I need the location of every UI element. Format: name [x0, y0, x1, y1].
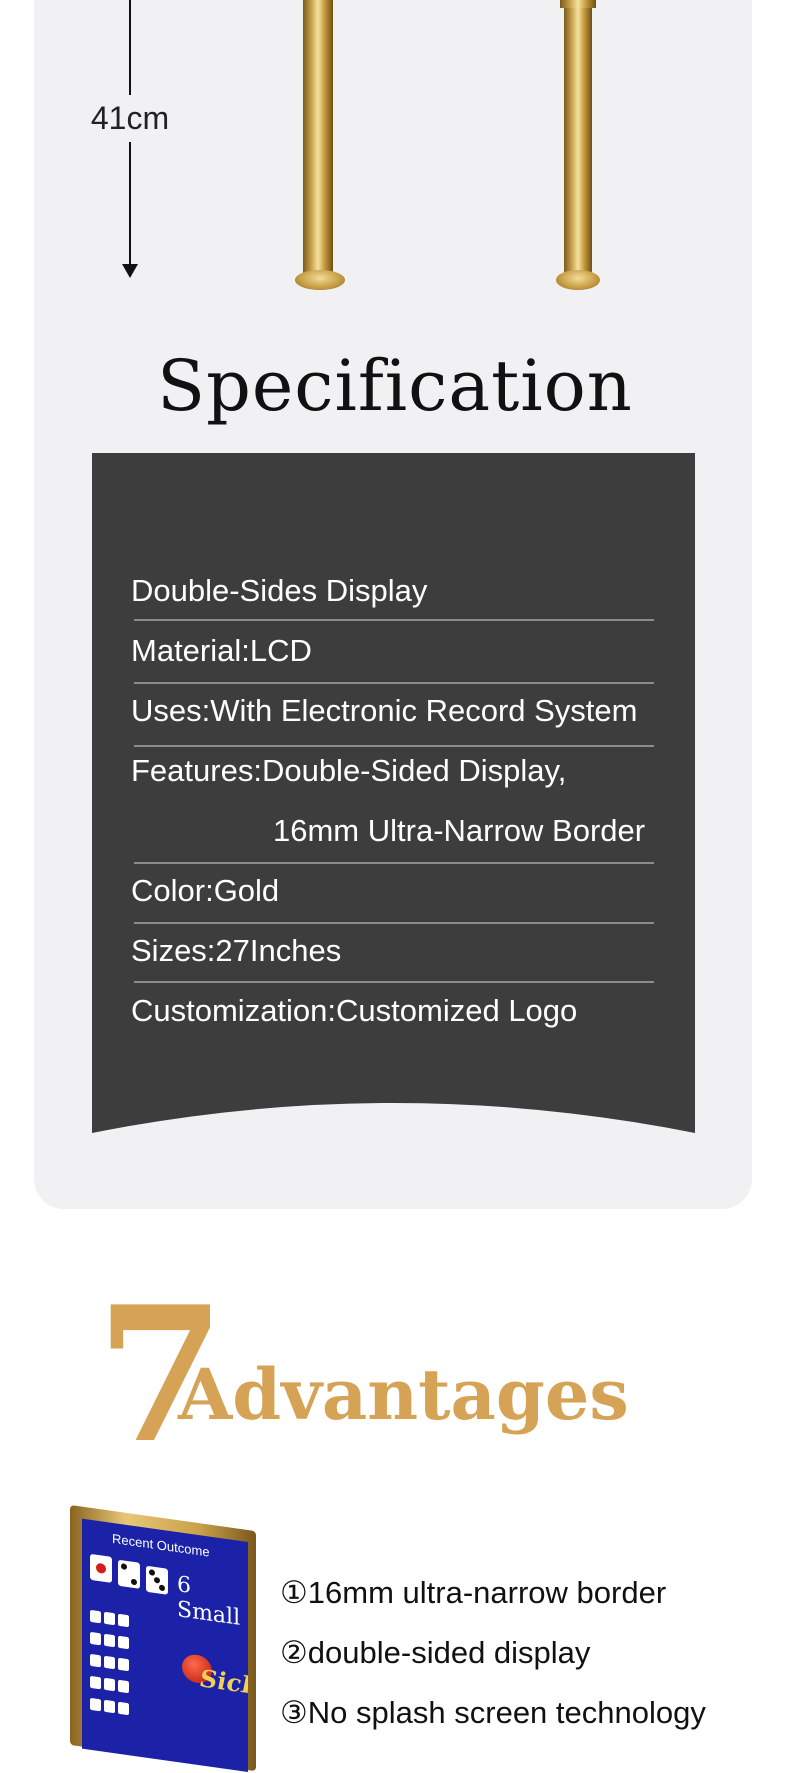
- history-die-icon: [104, 1677, 115, 1692]
- spec-row: Color:Gold: [131, 873, 280, 908]
- history-die-icon: [90, 1631, 101, 1646]
- spec-row: Features:Double-Sided Display,: [131, 753, 567, 788]
- advantage-item: ②double-sided display: [280, 1635, 591, 1670]
- spec-divider: [134, 745, 654, 747]
- arrow-down-icon: [122, 264, 138, 278]
- spec-row: Customization:Customized Logo: [131, 993, 578, 1028]
- spec-row: Material:LCD: [131, 633, 312, 668]
- specification-title: Specification: [157, 345, 633, 427]
- gold-pole-right: [564, 0, 592, 278]
- die-icon: [90, 1553, 112, 1583]
- history-die-icon: [90, 1609, 101, 1624]
- history-die-icon: [90, 1653, 101, 1668]
- spec-divider: [134, 922, 654, 924]
- history-die-icon: [104, 1633, 115, 1648]
- dimension-line-top: [129, 0, 131, 95]
- device-screen-title: Recent Outcome: [112, 1530, 210, 1560]
- dimension-label: 41cm: [90, 100, 170, 136]
- gold-pole-right-base: [556, 270, 600, 290]
- spec-divider: [134, 981, 654, 983]
- advantages-title: Advantages: [178, 1353, 629, 1436]
- device-screen: Recent Outcome 6 Small SicBo: [82, 1518, 248, 1773]
- history-die-icon: [90, 1675, 101, 1690]
- spec-row-continuation: 16mm Ultra-Narrow Border: [273, 813, 646, 848]
- spec-divider: [134, 862, 654, 864]
- dimension-line-bottom: [129, 142, 131, 266]
- history-die-icon: [104, 1699, 115, 1714]
- history-die-icon: [118, 1701, 129, 1716]
- spec-row: Uses:With Electronic Record System: [131, 693, 638, 728]
- spec-row: Sizes:27Inches: [131, 933, 342, 968]
- history-die-icon: [90, 1697, 101, 1712]
- history-die-icon: [118, 1613, 129, 1628]
- history-die-icon: [104, 1611, 115, 1626]
- history-die-icon: [104, 1655, 115, 1670]
- gold-pole-right-cap: [560, 0, 596, 8]
- spec-divider: [134, 682, 654, 684]
- die-icon: [146, 1565, 168, 1595]
- gold-pole-left-base: [295, 270, 345, 290]
- spec-divider: [134, 619, 654, 621]
- gold-pole-left: [303, 0, 333, 278]
- advantage-item: ①16mm ultra-narrow border: [280, 1575, 667, 1610]
- spec-row: Double-Sides Display: [131, 573, 428, 608]
- advantage-item: ③No splash screen technology: [280, 1695, 706, 1730]
- display-device-image: Recent Outcome 6 Small SicBo: [70, 1505, 256, 1773]
- history-die-icon: [118, 1635, 129, 1650]
- die-icon: [118, 1559, 140, 1589]
- history-die-icon: [118, 1679, 129, 1694]
- device-screen-result: 6 Small: [177, 1572, 241, 1631]
- specification-list: Double-Sides Display Material:LCD Uses:W…: [92, 453, 695, 1133]
- sicbo-logo-text: SicBo: [200, 1663, 248, 1704]
- specification-box: Double-Sides Display Material:LCD Uses:W…: [92, 453, 695, 1133]
- history-die-icon: [118, 1657, 129, 1672]
